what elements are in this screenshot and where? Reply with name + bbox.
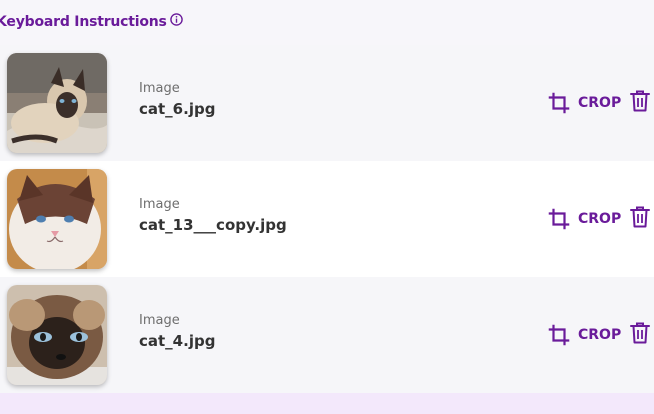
crop-button[interactable]: CROP	[548, 208, 621, 230]
file-name: cat_6.jpg	[139, 100, 216, 118]
footer-band	[0, 393, 654, 414]
file-type-label: Image	[139, 197, 180, 212]
crop-icon	[548, 208, 570, 230]
crop-button[interactable]: CROP	[548, 324, 621, 346]
file-type-label: Image	[139, 313, 180, 328]
file-row: Image cat_13___copy.jpg CROP	[0, 161, 654, 277]
info-icon[interactable]	[169, 12, 183, 26]
crop-icon	[548, 324, 570, 346]
delete-button[interactable]	[629, 206, 651, 232]
crop-label: CROP	[578, 95, 622, 111]
crop-button[interactable]: CROP	[548, 92, 621, 114]
file-row: Image cat_4.jpg CROP	[0, 277, 654, 393]
crop-label: CROP	[578, 327, 622, 343]
delete-button[interactable]	[629, 322, 651, 348]
file-row: Image cat_6.jpg CROP	[0, 45, 654, 161]
file-name: cat_4.jpg	[139, 332, 216, 350]
trash-icon	[630, 322, 650, 348]
file-thumbnail	[7, 285, 107, 385]
trash-icon	[630, 206, 650, 232]
file-type-label: Image	[139, 81, 180, 96]
keyboard-instructions-header[interactable]: Keyboard Instructions	[0, 12, 183, 32]
trash-icon	[630, 90, 650, 116]
file-name: cat_13___copy.jpg	[139, 216, 287, 234]
file-thumbnail	[7, 169, 107, 269]
file-thumbnail	[7, 53, 107, 153]
crop-label: CROP	[578, 211, 622, 227]
crop-icon	[548, 92, 570, 114]
keyboard-instructions-label: Keyboard Instructions	[0, 14, 167, 30]
delete-button[interactable]	[629, 90, 651, 116]
